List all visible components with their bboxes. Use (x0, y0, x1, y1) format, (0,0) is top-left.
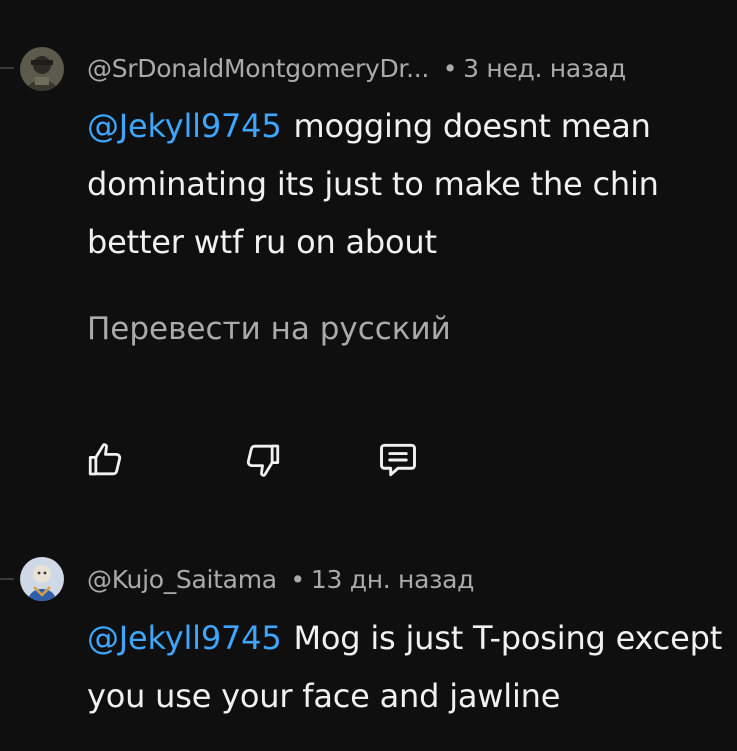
meta-separator: • (290, 565, 305, 594)
comment-meta: @SrDonaldMontgomeryDr... • 3 нед. назад (87, 54, 626, 83)
meta-separator: • (442, 54, 458, 83)
like-button[interactable] (79, 433, 133, 487)
dislike-icon (246, 444, 280, 477)
author-name[interactable]: @Kujo_Saitama (87, 565, 277, 594)
comment-meta: @Kujo_Saitama • 13 дн. назад (87, 565, 474, 594)
avatar-image (20, 47, 64, 91)
author-name[interactable]: @SrDonaldMontgomeryDr... (87, 54, 429, 83)
dislike-button[interactable] (235, 433, 289, 487)
like-icon (88, 443, 122, 476)
avatar[interactable] (20, 557, 64, 601)
timestamp[interactable]: 13 дн. назад (311, 565, 475, 594)
timestamp[interactable]: 3 нед. назад (463, 54, 626, 83)
thread-line (0, 578, 14, 580)
reply-icon (380, 443, 416, 477)
comment-text: @Jekyll9745 Mog is just T-posing except … (87, 609, 732, 725)
translate-link[interactable]: Перевести на русский (87, 311, 451, 347)
thread-line (0, 67, 14, 69)
mention-link[interactable]: @Jekyll9745 (87, 619, 282, 657)
mention-link[interactable]: @Jekyll9745 (87, 107, 282, 145)
avatar[interactable] (20, 47, 64, 91)
reply-button[interactable] (371, 433, 425, 487)
avatar-image (20, 557, 64, 601)
comment-text: @Jekyll9745 mogging doesnt mean dominati… (87, 97, 732, 271)
